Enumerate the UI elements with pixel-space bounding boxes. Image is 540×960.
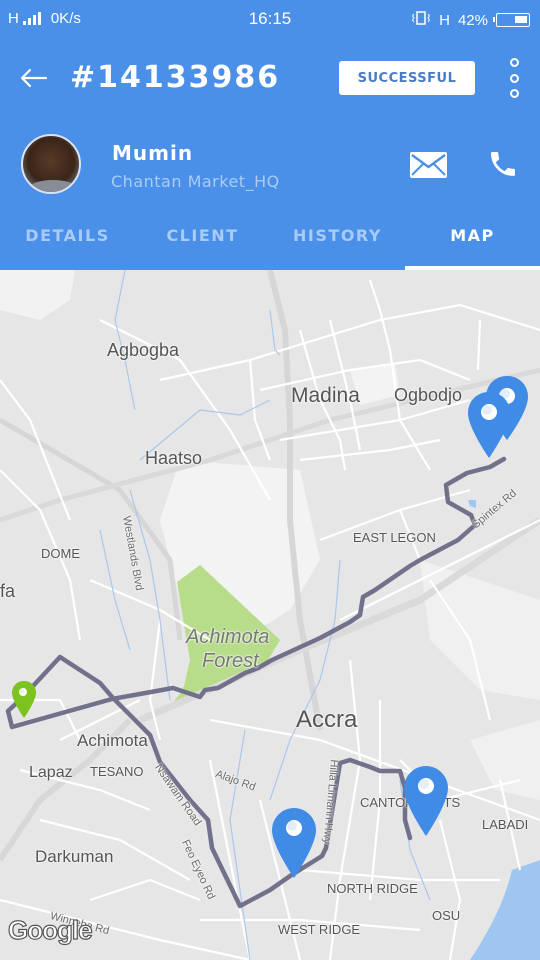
network-type-right: H <box>439 11 450 29</box>
map-marker-start[interactable] <box>11 680 37 720</box>
place-label: Achimota <box>186 626 270 648</box>
map-marker-stop[interactable] <box>402 764 450 840</box>
battery-percent: 42% <box>457 11 488 29</box>
mail-icon <box>410 152 447 178</box>
tab-client[interactable]: CLIENT <box>135 214 270 270</box>
place-label: WEST RIDGE <box>278 922 361 937</box>
place-label: Agbogba <box>107 340 180 360</box>
more-vertical-icon <box>509 58 519 67</box>
back-button[interactable] <box>18 62 50 94</box>
vibrate-icon <box>411 10 431 30</box>
place-label: NORTH RIDGE <box>327 881 418 896</box>
place-label: Forest <box>202 650 259 672</box>
place-label: Achimota <box>77 731 148 750</box>
arrow-left-icon <box>20 68 48 88</box>
app-screen: H 0K/s 16:15 H 42% #14133986 SUCCESSFUL … <box>0 0 540 960</box>
map-view[interactable]: Agbogba Madina Ogbodjo Haatso DOME EAST … <box>0 270 540 960</box>
tab-history[interactable]: HISTORY <box>270 214 405 270</box>
avatar <box>21 134 81 194</box>
place-label: Haatso <box>145 448 203 468</box>
more-options-button[interactable] <box>506 58 522 98</box>
place-label: DOME <box>41 546 80 561</box>
place-label: Accra <box>296 706 358 733</box>
place-label: Darkuman <box>35 847 114 866</box>
map-marker-stop[interactable] <box>270 806 318 882</box>
tab-bar: DETAILS CLIENT HISTORY MAP <box>0 214 540 270</box>
order-id: #14133986 <box>70 60 281 95</box>
map-marker-stop[interactable] <box>466 390 512 462</box>
place-label: fa <box>0 581 16 601</box>
tab-map[interactable]: MAP <box>405 214 540 270</box>
tab-details[interactable]: DETAILS <box>0 214 135 270</box>
status-bar: H 0K/s 16:15 H 42% <box>0 0 540 38</box>
order-header: #14133986 SUCCESSFUL Mumin Chantan Marke… <box>0 38 540 270</box>
call-button[interactable] <box>487 147 519 181</box>
mail-button[interactable] <box>410 152 447 178</box>
place-label: LABADI <box>482 817 529 832</box>
status-badge: SUCCESSFUL <box>339 61 475 95</box>
user-location: Chantan Market_HQ <box>111 172 280 191</box>
google-attribution: Google <box>7 914 93 945</box>
user-name: Mumin <box>112 141 194 165</box>
place-label: Lapaz <box>29 764 73 781</box>
place-label: Madina <box>291 384 360 407</box>
place-label: TESANO <box>90 764 144 779</box>
battery-icon <box>493 13 530 27</box>
place-label: EAST LEGON <box>353 530 436 545</box>
place-label: Ogbodjo <box>394 385 463 405</box>
place-label: OSU <box>432 908 461 923</box>
phone-icon <box>491 152 515 176</box>
